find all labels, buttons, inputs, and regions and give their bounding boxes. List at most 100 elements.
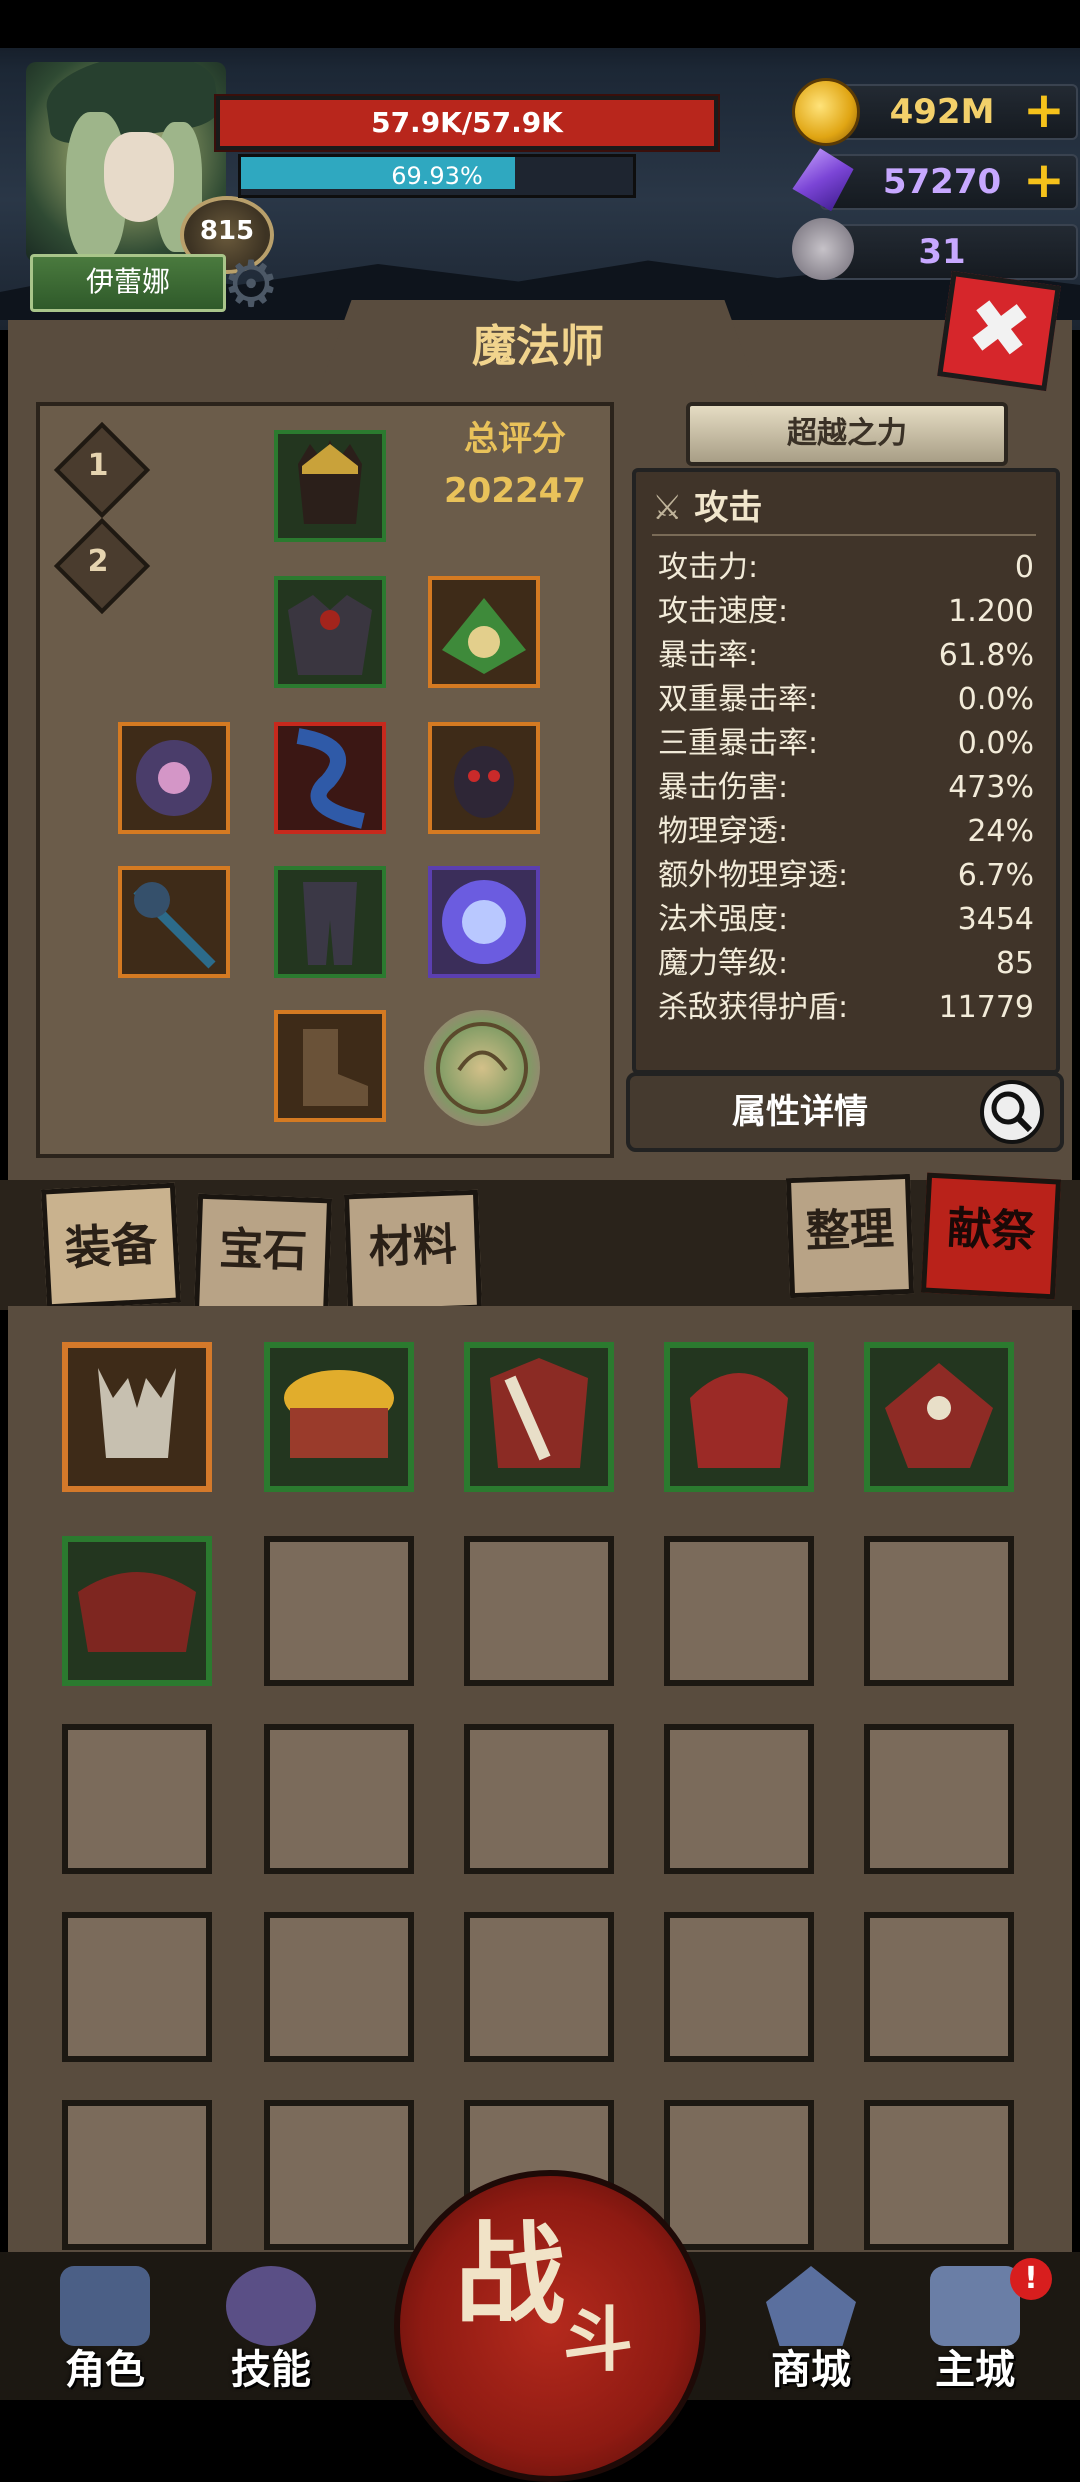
empty-inventory-slot[interactable] <box>864 1912 1014 2062</box>
weapon-slot[interactable] <box>118 722 230 834</box>
crown-helmet-icon <box>298 440 362 524</box>
empty-inventory-slot[interactable] <box>664 1724 814 1874</box>
accessory-slot-1[interactable] <box>428 576 540 688</box>
helmet-slot[interactable] <box>274 430 386 542</box>
stat-value: 0.0% <box>957 726 1034 761</box>
nav-character-label: 角色 <box>65 2347 145 2393</box>
sort-button[interactable]: 整理 <box>785 1173 915 1299</box>
boots-slot[interactable] <box>274 1010 386 1122</box>
empty-inventory-slot[interactable] <box>464 1536 614 1686</box>
inventory-item[interactable] <box>664 1342 814 1492</box>
stat-label: 法术强度: <box>658 902 789 937</box>
sacrifice-button[interactable]: 献祭 <box>920 1172 1062 1300</box>
mask-slot[interactable] <box>428 722 540 834</box>
helmet-icon <box>60 2266 150 2346</box>
inventory-item[interactable] <box>264 1342 414 1492</box>
stat-label: 暴击率: <box>658 638 759 673</box>
rice-dumpling-icon <box>442 598 526 674</box>
tab-materials[interactable]: 材料 <box>343 1189 483 1315</box>
nav-shop[interactable]: 商城 <box>736 2258 886 2398</box>
relic-seal-icon <box>436 1022 528 1114</box>
dragon-staff-icon <box>133 882 216 969</box>
castle-icon <box>930 2266 1020 2346</box>
stat-row: 法术强度: 3454 <box>658 898 1034 942</box>
empty-inventory-slot[interactable] <box>464 1724 614 1874</box>
crimson-helmet-icon <box>690 1373 788 1468</box>
empty-inventory-slot[interactable] <box>464 1912 614 2062</box>
stat-value: 3454 <box>957 902 1034 937</box>
stat-value: 85 <box>995 946 1034 981</box>
stat-value: 61.8% <box>938 638 1034 673</box>
stat-label: 三重暴击率: <box>658 726 819 761</box>
stat-label: 魔力等级: <box>658 946 789 981</box>
stat-label: 攻击力: <box>658 550 759 585</box>
magnifier-icon[interactable] <box>980 1080 1044 1144</box>
inventory-item[interactable] <box>62 1536 212 1686</box>
fanged-belt-icon <box>78 1572 196 1652</box>
inventory-item[interactable] <box>62 1342 212 1492</box>
stat-value: 473% <box>948 770 1034 805</box>
exp-text: 69.93% <box>391 162 483 190</box>
inventory-item[interactable] <box>464 1342 614 1492</box>
tab-gems[interactable]: 宝石 <box>193 1193 333 1319</box>
stat-value: 6.7% <box>957 858 1034 893</box>
sort-button-label: 整理 <box>804 1203 895 1258</box>
empty-inventory-slot[interactable] <box>664 2100 814 2250</box>
armor-slot[interactable] <box>274 576 386 688</box>
attack-category-header: ⚔ 攻击 <box>652 486 1032 530</box>
crossed-swords-icon: ⚔ <box>652 488 683 528</box>
empty-inventory-slot[interactable] <box>664 1536 814 1686</box>
tab-gems-label: 宝石 <box>218 1223 309 1278</box>
empty-inventory-slot[interactable] <box>664 1912 814 2062</box>
nav-character[interactable]: 角色 <box>30 2258 180 2398</box>
pants-slot[interactable] <box>274 866 386 978</box>
add-gems-button[interactable]: + <box>1022 154 1066 206</box>
total-score-label: 总评分 <box>464 419 566 459</box>
nav-skills-label: 技能 <box>231 2347 311 2393</box>
class-title: 魔法师 <box>472 321 604 372</box>
spiked-pauldron-icon <box>885 1363 993 1468</box>
stat-label: 暴击伤害: <box>658 770 789 805</box>
empty-inventory-slot[interactable] <box>264 1912 414 2062</box>
gear-icon[interactable]: ⚙ <box>216 250 286 320</box>
empty-inventory-slot[interactable] <box>62 2100 212 2250</box>
add-gold-button[interactable]: + <box>1022 84 1066 136</box>
golden-scarf-icon <box>284 1370 394 1458</box>
tab-equipment[interactable]: 装备 <box>40 1182 182 1310</box>
empty-inventory-slot[interactable] <box>864 1724 1014 1874</box>
nav-skills[interactable]: 技能 <box>196 2258 346 2398</box>
empty-inventory-slot[interactable] <box>864 2100 1014 2250</box>
stat-row: 攻击速度: 1.200 <box>658 590 1034 634</box>
empty-inventory-slot[interactable] <box>264 1724 414 1874</box>
stat-label: 物理穿透: <box>658 814 789 849</box>
empty-inventory-slot[interactable] <box>864 1536 1014 1686</box>
stats-divider <box>652 534 1036 536</box>
arcane-orb-icon <box>442 880 526 964</box>
empty-inventory-slot[interactable] <box>264 2100 414 2250</box>
shop-tent-icon <box>766 2266 856 2346</box>
empty-inventory-slot[interactable] <box>264 1536 414 1686</box>
staff-slot[interactable] <box>118 866 230 978</box>
inventory-item[interactable] <box>864 1342 1014 1492</box>
stat-value: 1.200 <box>948 594 1034 629</box>
orb-slot[interactable] <box>428 866 540 978</box>
stat-label: 攻击速度: <box>658 594 789 629</box>
boots-icon <box>303 1029 368 1106</box>
loadout-tab-1-label: 1 <box>87 448 109 483</box>
cloak-slot[interactable] <box>274 722 386 834</box>
transcend-power-button[interactable]: 超越之力 <box>686 402 1008 466</box>
close-button[interactable]: ✖ <box>937 270 1061 392</box>
gold-amount: 492M <box>889 92 995 132</box>
loadout-tab-2-label: 2 <box>87 544 109 579</box>
stat-row: 暴击率: 61.8% <box>658 634 1034 678</box>
empty-inventory-slot[interactable] <box>62 1724 212 1874</box>
relic-coin[interactable] <box>424 1010 540 1126</box>
notification-badge: ! <box>1010 2258 1052 2300</box>
stat-value: 11779 <box>938 990 1034 1025</box>
ram-skull-icon <box>792 218 854 280</box>
stat-row: 攻击力: 0 <box>658 546 1034 590</box>
stats-panel: ⚔ 攻击 攻击力: 0 攻击速度: 1.200 暴击率: 61.8% 双重暴击率: 0.… <box>632 468 1060 1074</box>
empty-inventory-slot[interactable] <box>62 1912 212 2062</box>
stat-row: 物理穿透: 24% <box>658 810 1034 854</box>
nav-main-city-label: 主城 <box>935 2347 1015 2393</box>
